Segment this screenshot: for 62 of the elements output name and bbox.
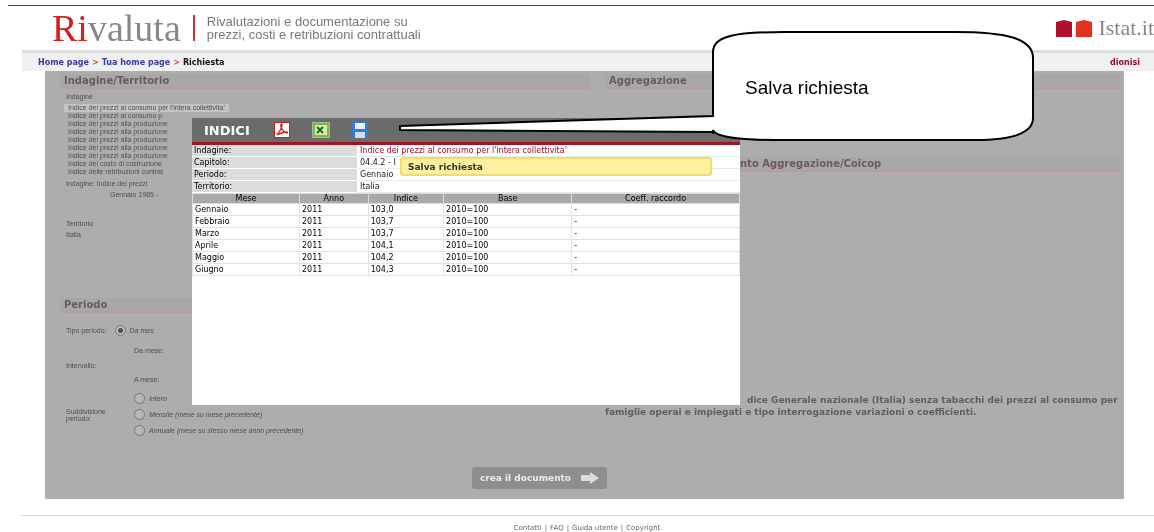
dialog-title: INDICI xyxy=(204,122,251,138)
radio-button[interactable] xyxy=(134,409,145,420)
table-cell: 2011 xyxy=(299,215,369,228)
table-cell: 2011 xyxy=(299,251,369,264)
table-cell: - xyxy=(571,251,740,264)
separator-text: > xyxy=(173,57,180,67)
logo: Rivaluta xyxy=(52,9,181,47)
table-cell: 2011 xyxy=(299,239,369,252)
info-label: Indagine: xyxy=(192,145,357,157)
column-header: Coeff. raccordo xyxy=(571,193,740,204)
description-text: dice Generale nazionale (Italia) senza tabacchi dei prezzi al consumo per famiglie operai e impiegati e tipo interrogazione variazioni o coefficienti. xyxy=(605,394,1119,418)
table-cell: 2010=100 xyxy=(443,251,572,264)
cubes-icon xyxy=(1054,18,1095,38)
table-cell: Marzo xyxy=(192,227,300,240)
spreadsheet-icon[interactable] xyxy=(312,122,330,138)
separator-text: > xyxy=(92,57,99,67)
column-header: Anno xyxy=(299,193,369,204)
table-cell: - xyxy=(571,215,740,228)
arrow-icon xyxy=(581,472,600,484)
table-cell: - xyxy=(571,263,740,276)
breadcrumb-link[interactable]: Tua home page xyxy=(101,57,171,67)
table-cell: 103,7 xyxy=(368,215,444,228)
tooltip: Salva richiesta xyxy=(400,157,712,176)
table-cell: 2010=100 xyxy=(443,263,572,276)
radio-button[interactable] xyxy=(134,425,145,436)
table-cell: 103,0 xyxy=(368,203,444,216)
table-cell: 2011 xyxy=(299,263,369,276)
table-cell: Gennaio xyxy=(192,203,300,216)
table-cell: 104,2 xyxy=(368,251,444,264)
column-header: Base xyxy=(443,193,572,204)
partner-link[interactable]: Istat.it xyxy=(1098,15,1154,41)
info-label: Capitolo: xyxy=(192,157,357,169)
column-header: Mese xyxy=(192,193,300,204)
table-cell: 2010=100 xyxy=(443,215,572,228)
save-icon[interactable] xyxy=(352,122,368,138)
table-cell: 2010=100 xyxy=(443,203,572,216)
table-cell: - xyxy=(571,239,740,252)
column-header: Indice xyxy=(368,193,444,204)
table-cell: Aprile xyxy=(192,239,300,252)
user-name[interactable]: dionisi xyxy=(1110,57,1140,67)
table-cell: - xyxy=(571,203,740,216)
table-cell: Giugno xyxy=(192,263,300,276)
table-cell: 2011 xyxy=(299,203,369,216)
table-cell: 2011 xyxy=(299,227,369,240)
radio-button[interactable] xyxy=(134,393,145,404)
table-cell: 104,3 xyxy=(368,263,444,276)
info-label: Periodo: xyxy=(192,169,357,181)
table-cell: - xyxy=(571,227,740,240)
section-title: Indagine/Territorio xyxy=(60,74,590,89)
tagline: Rivalutazioni e documentazione su prezzi, costi e retribuzioni contrattuali xyxy=(206,15,421,41)
create-document-button[interactable]: crea il documento xyxy=(471,467,608,489)
table-cell: Febbraio xyxy=(192,215,300,228)
breadcrumb-link[interactable]: Richiesta xyxy=(182,57,225,67)
table-cell: 104,1 xyxy=(368,239,444,252)
table-cell: Maggio xyxy=(192,251,300,264)
table-cell: 103,7 xyxy=(368,227,444,240)
table-cell: 2010=100 xyxy=(443,239,572,252)
radio-button[interactable] xyxy=(114,324,126,336)
info-label: Territorio: xyxy=(192,181,357,193)
table-cell: 2010=100 xyxy=(443,227,572,240)
pdf-icon[interactable] xyxy=(274,122,290,138)
breadcrumb-link[interactable]: Home page xyxy=(38,57,89,67)
